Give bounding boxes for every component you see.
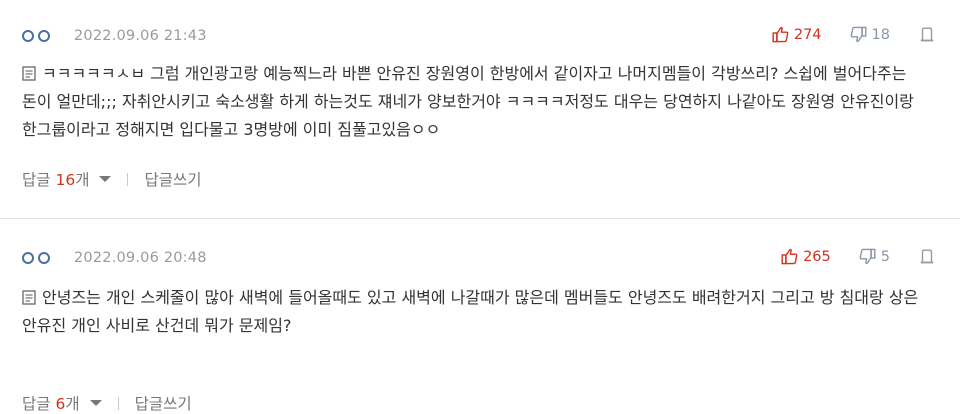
document-icon xyxy=(22,290,36,305)
reply-bar: 답글 16개 답글쓰기 xyxy=(22,168,202,190)
upvote-count: 265 xyxy=(803,248,831,265)
upvote-button[interactable]: 274 xyxy=(772,26,822,43)
vote-bar: 265 5 xyxy=(781,248,934,265)
reply-count: 6 xyxy=(55,395,66,413)
reply-toggle[interactable]: 답글 16개 xyxy=(22,168,89,190)
user-dots-icon[interactable] xyxy=(22,252,50,264)
downvote-count: 18 xyxy=(871,26,890,43)
reply-bar: 답글 6개 답글쓰기 xyxy=(22,392,192,414)
reply-toggle[interactable]: 답글 6개 xyxy=(22,392,80,414)
comment-body: 안녕즈는 개인 스케줄이 많아 새벽에 들어올때도 있고 새벽에 나갈때가 많은… xyxy=(22,284,920,340)
comment-meta: 2022.09.06 20:48 xyxy=(22,250,207,266)
caret-down-icon[interactable] xyxy=(99,176,112,182)
comment-date: 2022.09.06 21:43 xyxy=(74,28,207,44)
comment-text: ㅋㅋㅋㅋㅋㅅㅂ 그럼 개인광고랑 예능찍느라 바쁜 안유진 장원영이 한방에서 … xyxy=(22,64,914,139)
comment-text: 안녕즈는 개인 스케줄이 많아 새벽에 들어올때도 있고 새벽에 나갈때가 많은… xyxy=(22,288,919,335)
upvote-count: 274 xyxy=(793,26,822,43)
reply-unit: 개 xyxy=(65,395,80,413)
reply-unit: 개 xyxy=(75,171,90,189)
comment-item: 2022.09.06 20:48 265 5 안녕즈는 개인 스케줄이 많아 새… xyxy=(0,218,960,413)
thumbs-down-icon xyxy=(859,248,876,265)
upvote-button[interactable]: 265 xyxy=(781,248,831,265)
document-icon xyxy=(22,66,36,81)
write-reply-button[interactable]: 답글쓰기 xyxy=(144,168,201,190)
report-icon[interactable] xyxy=(920,249,934,264)
thumbs-down-icon xyxy=(850,26,867,43)
comment-body: ㅋㅋㅋㅋㅋㅅㅂ 그럼 개인광고랑 예능찍느라 바쁜 안유진 장원영이 한방에서 … xyxy=(22,60,920,144)
user-dots-icon[interactable] xyxy=(22,30,50,42)
divider xyxy=(127,172,129,186)
reply-count: 16 xyxy=(55,171,76,189)
thumbs-up-icon xyxy=(772,26,789,43)
report-icon[interactable] xyxy=(920,27,934,42)
write-reply-button[interactable]: 답글쓰기 xyxy=(135,392,192,414)
downvote-count: 5 xyxy=(880,248,890,265)
thumbs-up-icon xyxy=(781,248,798,265)
downvote-button[interactable]: 5 xyxy=(859,248,890,265)
downvote-button[interactable]: 18 xyxy=(850,26,890,43)
divider xyxy=(117,396,119,410)
comment-item: 2022.09.06 21:43 274 18 ㅋㅋㅋㅋㅋㅅㅂ 그럼 개인광고랑… xyxy=(0,0,960,218)
comment-date: 2022.09.06 20:48 xyxy=(74,250,207,266)
reply-label: 답글 xyxy=(22,395,56,413)
comment-meta: 2022.09.06 21:43 xyxy=(22,28,207,44)
caret-down-icon[interactable] xyxy=(89,400,102,406)
reply-label: 답글 xyxy=(22,171,56,189)
vote-bar: 274 18 xyxy=(772,26,934,43)
